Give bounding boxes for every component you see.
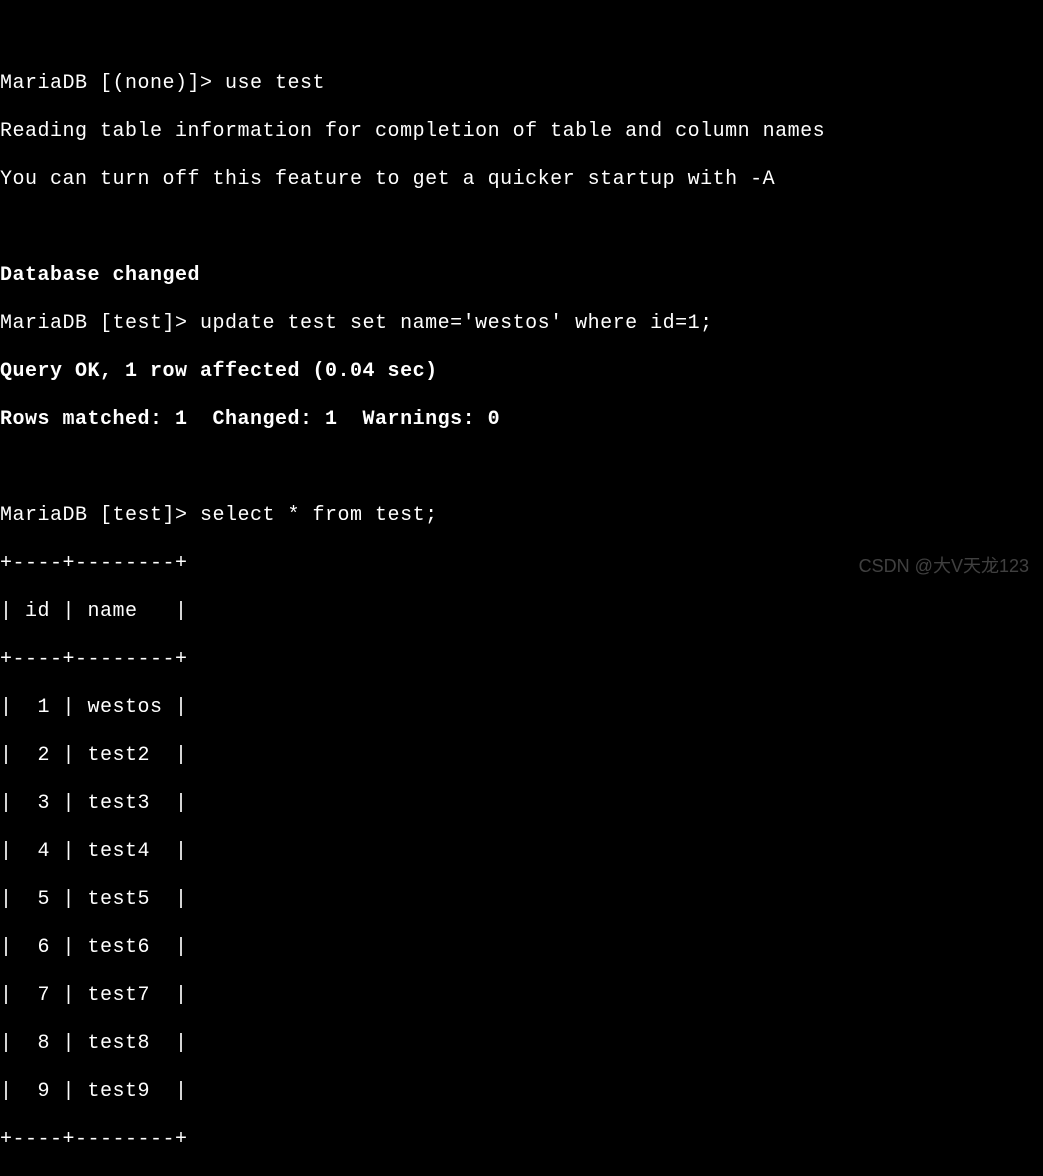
prompt-use-test: MariaDB [(none)]> use test [0, 72, 325, 95]
table-header: | id | name | [0, 600, 188, 623]
table-row: | 9 | test9 | [0, 1080, 188, 1103]
table-row: | 7 | test7 | [0, 984, 188, 1007]
table-row: | 4 | test4 | [0, 840, 188, 863]
update-command: MariaDB [test]> update test set name='we… [0, 312, 713, 335]
table-row: | 6 | test6 | [0, 936, 188, 959]
select-command: MariaDB [test]> select * from test; [0, 504, 438, 527]
table-border-mid: +----+--------+ [0, 648, 188, 671]
database-changed: Database changed [0, 264, 200, 287]
table-row: | 5 | test5 | [0, 888, 188, 911]
table-border-top: +----+--------+ [0, 552, 188, 575]
csdn-watermark: CSDN @大V天龙123 [859, 556, 1029, 578]
reading-table-info: Reading table information for completion… [0, 120, 825, 143]
table-row: | 3 | test3 | [0, 792, 188, 815]
rows-matched: Rows matched: 1 Changed: 1 Warnings: 0 [0, 408, 500, 431]
table-row: | 2 | test2 | [0, 744, 188, 767]
turn-off-feature: You can turn off this feature to get a q… [0, 168, 775, 191]
table-row: | 1 | westos | [0, 696, 188, 719]
table-border-bottom: +----+--------+ [0, 1128, 188, 1151]
table-row: | 8 | test8 | [0, 1032, 188, 1055]
query-ok: Query OK, 1 row affected (0.04 sec) [0, 360, 438, 383]
